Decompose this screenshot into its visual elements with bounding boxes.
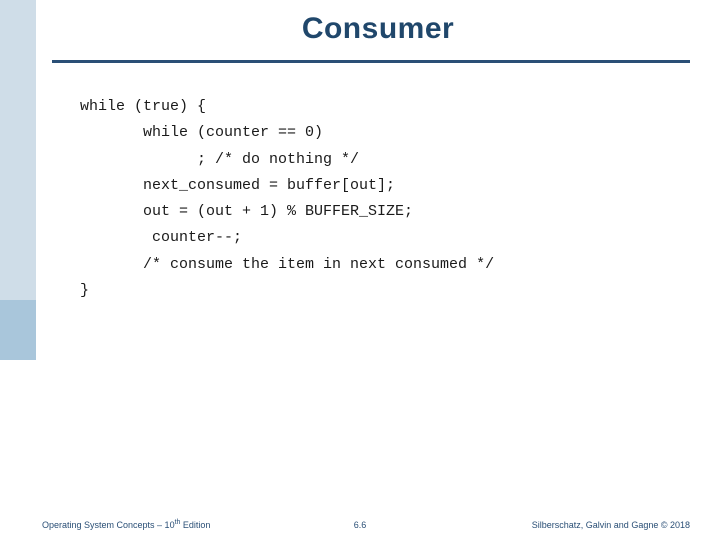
code-block: while (true) { while (counter == 0) ; /*… xyxy=(80,94,690,304)
footer-right: Silberschatz, Galvin and Gagne © 2018 xyxy=(532,520,690,530)
code-line: /* consume the item in next consumed */ xyxy=(80,256,494,273)
title-container: Consumer xyxy=(36,12,720,46)
code-line: while (true) { xyxy=(80,98,206,115)
footer: Operating System Concepts – 10th Edition… xyxy=(0,512,720,530)
title-underline xyxy=(52,60,690,63)
sidebar-block-medium xyxy=(0,300,36,360)
code-line: while (counter == 0) xyxy=(80,124,323,141)
code-line: ; /* do nothing */ xyxy=(80,151,359,168)
code-line: counter--; xyxy=(80,229,242,246)
sidebar-decoration xyxy=(0,0,36,540)
slide-title: Consumer xyxy=(36,12,720,46)
sidebar-block-light xyxy=(0,0,36,300)
slide: Consumer while (true) { while (counter =… xyxy=(0,0,720,540)
code-line: out = (out + 1) % BUFFER_SIZE; xyxy=(80,203,413,220)
code-line: next_consumed = buffer[out]; xyxy=(80,177,395,194)
code-line: } xyxy=(80,282,89,299)
